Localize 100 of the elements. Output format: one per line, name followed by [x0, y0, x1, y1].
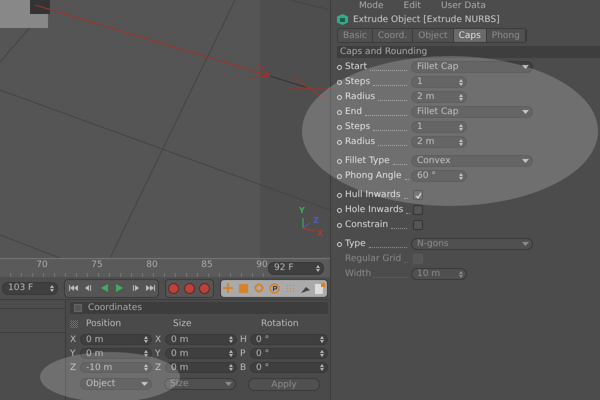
number-field[interactable]: 103 F — [2, 282, 58, 294]
column-heading: Size — [172, 319, 192, 329]
number-field[interactable]: 0 m — [80, 348, 152, 359]
number-field[interactable]: 2 m — [411, 91, 467, 103]
stepper-arrows-icon[interactable] — [459, 138, 463, 146]
parameter-label: Hull Inwards — [345, 190, 401, 200]
cube-icon — [337, 14, 348, 25]
caret-icon — [522, 110, 529, 114]
menu-item[interactable]: Edit — [404, 1, 421, 11]
parameter-label: Phong Angle — [345, 171, 402, 181]
stepper-arrows-icon[interactable] — [459, 172, 463, 180]
axis-letter: P — [240, 348, 246, 358]
caret-icon — [522, 65, 529, 69]
dropdown[interactable]: Object — [80, 378, 152, 390]
axis-letter: Z — [155, 362, 162, 372]
square-icon — [239, 284, 248, 292]
checkbox[interactable] — [413, 220, 423, 230]
grip-icon — [70, 320, 78, 328]
number-field[interactable]: 0 m — [80, 334, 152, 345]
dropdown[interactable]: Convex — [411, 155, 533, 167]
menu-item[interactable]: User Data — [440, 1, 486, 11]
parameter-label: Steps — [345, 77, 370, 87]
axis-letter: Y — [70, 348, 76, 358]
stepper-arrows-icon[interactable] — [144, 350, 148, 357]
axis-letter: X — [155, 334, 162, 344]
axis-label: Y — [299, 206, 305, 215]
stepper-arrows-icon[interactable] — [320, 336, 324, 343]
parameter-label: Regular Grid — [345, 254, 402, 264]
p-circle-icon — [269, 282, 280, 294]
3d-viewport[interactable]: Y Z X — [0, 0, 330, 258]
tab[interactable]: Caps — [454, 29, 487, 42]
caret-icon — [522, 242, 529, 246]
frame-number: 80 — [146, 260, 158, 270]
section-header: Caps and Rounding — [337, 46, 600, 58]
stepper-arrows-icon[interactable] — [459, 78, 463, 86]
number-field[interactable]: 0 ° — [250, 334, 328, 345]
number-field[interactable]: 1 — [411, 76, 467, 88]
tab[interactable]: Basic — [338, 29, 373, 42]
number-field[interactable]: 1 — [411, 121, 467, 133]
checkbox[interactable] — [413, 205, 423, 215]
axis-label: X — [317, 229, 324, 238]
number-field[interactable]: -10 m — [80, 362, 152, 373]
stepper-arrows-icon[interactable] — [229, 350, 233, 357]
play-icon — [116, 284, 124, 292]
axis-letter: H — [240, 334, 248, 344]
stepper-arrows-icon[interactable] — [316, 264, 320, 272]
object-title: Extrude Object [Extrude NURBS] — [353, 14, 500, 24]
stepper-arrows-icon[interactable] — [320, 350, 324, 357]
number-field[interactable]: 0 m — [165, 362, 237, 373]
parameter-label: Radius — [345, 92, 376, 102]
number-field[interactable]: 0 ° — [250, 362, 328, 373]
number-field[interactable]: 0 m — [165, 334, 237, 345]
stepper-arrows-icon[interactable] — [459, 124, 463, 130]
number-field[interactable]: 0 m — [165, 348, 237, 359]
parameter-label: Hole Inwards — [345, 205, 404, 215]
parameter-label: Width — [345, 269, 372, 279]
stepper-arrows-icon[interactable] — [229, 364, 233, 371]
tab[interactable]: Coord. — [372, 29, 414, 42]
number-field[interactable]: 2 m — [411, 136, 467, 148]
step-forward-icon — [132, 285, 139, 291]
skip-start-icon — [68, 285, 78, 291]
record-key-icon — [199, 282, 210, 294]
number-field[interactable]: 92 F — [268, 262, 324, 274]
parameter-label: Fillet Type — [345, 156, 390, 166]
tab[interactable]: Phong — [486, 29, 526, 42]
frame-number: 85 — [201, 260, 213, 270]
dropdown[interactable]: Fillet Cap — [411, 61, 533, 73]
menu-item[interactable]: Mode — [359, 1, 384, 11]
axis-letter: Y — [155, 348, 162, 358]
parameter-label: Constrain — [345, 220, 388, 230]
stepper-arrows-icon[interactable] — [50, 284, 54, 292]
column-heading: Rotation — [260, 319, 300, 329]
number-field[interactable]: 0 ° — [250, 348, 328, 359]
checkbox[interactable] — [413, 190, 423, 200]
number-field[interactable]: 60 ° — [411, 170, 467, 182]
move-arrows-icon — [223, 283, 234, 293]
parameter-label: Start — [345, 62, 367, 72]
stepper-arrows-icon[interactable] — [144, 364, 148, 371]
parameter-label: Type — [345, 239, 366, 249]
parameter-label: End — [345, 107, 362, 117]
axis-label: Z — [313, 216, 319, 225]
dropdown[interactable]: Fillet Cap — [411, 106, 533, 118]
axis-letter: B — [240, 362, 248, 372]
stepper-arrows-icon[interactable] — [320, 364, 324, 371]
caret-icon — [141, 382, 148, 386]
skip-end-icon — [146, 285, 155, 291]
axis-letter: X — [70, 334, 78, 344]
record-key-icon — [184, 282, 195, 294]
stepper-arrows-icon[interactable] — [229, 336, 233, 343]
caret-icon — [225, 382, 232, 386]
frame-number: 90 — [256, 260, 268, 270]
parameter-label: Steps — [345, 122, 370, 132]
column-heading: Position — [85, 319, 122, 329]
play-backward-icon — [100, 284, 108, 292]
ring-icon — [254, 283, 264, 293]
stepper-arrows-icon[interactable] — [144, 336, 148, 343]
step-back-icon — [85, 285, 92, 291]
tab[interactable]: Object — [413, 29, 454, 42]
panel-title: Coordinates — [88, 303, 142, 313]
stepper-arrows-icon[interactable] — [459, 94, 463, 100]
